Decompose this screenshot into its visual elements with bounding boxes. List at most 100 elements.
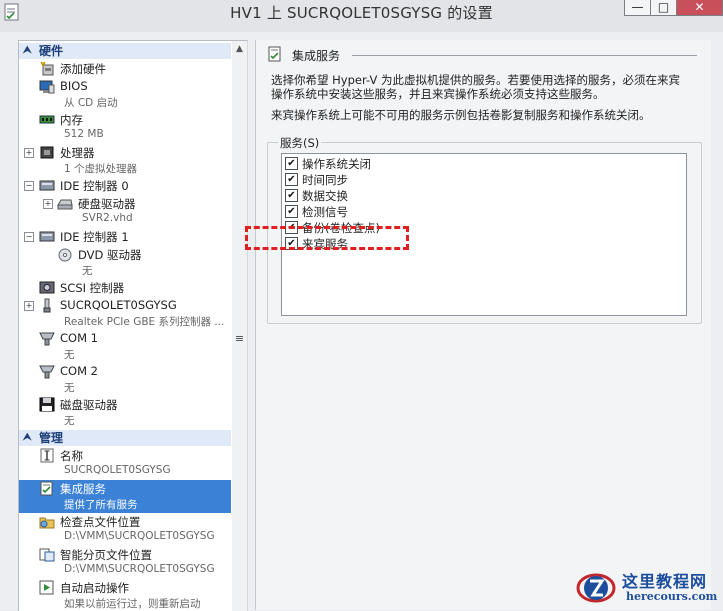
tree-item-label: COM 2 — [60, 364, 98, 378]
tree-item-bios[interactable]: BIOS 从 CD 启动 — [19, 78, 231, 111]
window-title: HV1 上 SUCRQOLET0SGYSG 的设置 — [230, 4, 493, 22]
tree-item-com2[interactable]: COM 2 无 — [19, 363, 231, 396]
tree-item-label: COM 1 — [60, 331, 98, 345]
tree-scrollbar[interactable]: ▲ ≡ — [232, 40, 248, 611]
collapse-arrow-icon: ⮝ — [23, 45, 32, 56]
tree-item-ide-controller-1[interactable]: − IDE 控制器 1 — [19, 228, 231, 245]
tree-item-label: 磁盘驱动器 — [60, 398, 118, 412]
tree-item-dvd-drive[interactable]: DVD 驱动器 无 — [19, 246, 231, 279]
section-divider — [352, 55, 697, 56]
name-icon — [40, 448, 54, 463]
integration-services-icon — [268, 46, 281, 62]
management-section-label: 管理 — [39, 431, 64, 445]
description-line-2: 操作系统中安装这些服务，并且来宾操作系统必须支持这些服务。 — [271, 87, 605, 101]
tree-item-detail: 提供了所有服务 — [64, 499, 138, 511]
service-label: 时间同步 — [302, 173, 348, 187]
watermark-title: 这里教程网 — [622, 572, 708, 591]
scroll-up-icon[interactable]: ▲ — [233, 42, 246, 57]
expand-icon[interactable]: + — [24, 301, 34, 311]
services-group-label: 服务(S) — [278, 135, 322, 151]
title-bar: HV1 上 SUCRQOLET0SGYSG 的设置 — □ ✕ — [0, 0, 723, 32]
tree-item-detail: SUCRQOLET0SGYSG — [64, 464, 171, 476]
ide-controller-icon — [39, 231, 55, 242]
watermark: 这里教程网 herecours.com — [576, 566, 723, 610]
ide-controller-icon — [39, 180, 55, 191]
tree-item-label: 集成服务 — [60, 482, 106, 496]
tree-item-label: 名称 — [60, 449, 83, 463]
tree-item-label: BIOS — [60, 79, 88, 93]
close-button[interactable]: ✕ — [676, 0, 723, 16]
tree-item-scsi-controller[interactable]: SCSI 控制器 — [19, 279, 231, 296]
maximize-button[interactable]: □ — [650, 0, 677, 16]
tree-item-label: 检查点文件位置 — [60, 515, 141, 529]
tree-item-detail: 无 — [64, 349, 75, 361]
tree-item-detail: SVR2.vhd — [82, 212, 133, 224]
tree-item-detail: Realtek PCIe GBE 系列控制器 ... — [64, 316, 225, 328]
service-label: 操作系统关闭 — [302, 157, 371, 171]
com-port-icon — [39, 365, 55, 379]
tree-item-integration-services[interactable]: 集成服务 提供了所有服务 — [19, 480, 231, 513]
expand-icon[interactable]: + — [43, 199, 53, 209]
service-checkbox[interactable]: ✔ — [285, 205, 298, 218]
service-checkbox[interactable]: ✔ — [285, 157, 298, 170]
tree-item-detail: 512 MB — [64, 128, 104, 140]
minimize-button[interactable]: — — [624, 0, 651, 16]
tree-item-detail: D:\VMM\SUCRQOLET0SGYSG — [64, 563, 215, 575]
tree-item-label: 添加硬件 — [60, 62, 106, 76]
tree-item-diskette-drive[interactable]: 磁盘驱动器 无 — [19, 396, 231, 429]
management-section-header[interactable]: ⮝ 管理 — [19, 430, 231, 446]
tree-item-detail: 无 — [64, 415, 75, 427]
tree-item-detail: 1 个虚拟处理器 — [64, 163, 138, 175]
tree-item-label: 处理器 — [60, 146, 95, 160]
service-label: 检测信号 — [302, 205, 348, 219]
tree-item-ide-controller-0[interactable]: − IDE 控制器 0 — [19, 177, 231, 194]
add-hardware-icon — [40, 61, 54, 76]
tree-item-auto-start-action[interactable]: 自动启动操作 如果以前运行过，则重新启动 — [19, 579, 231, 611]
tree-item-smart-paging-location[interactable]: 智能分页文件位置 D:\VMM\SUCRQOLET0SGYSG — [19, 546, 231, 579]
collapse-icon[interactable]: − — [24, 181, 34, 191]
description-line-1: 选择你希望 Hyper-V 为此虚拟机提供的服务。若要使用选择的服务，必须在来宾 — [271, 73, 680, 87]
network-adapter-icon — [43, 298, 51, 313]
settings-client-area: ⮝ 硬件 添加硬件 BIOS 从 CD 启动 内存 512 MB + 处理器 1… — [0, 32, 723, 611]
smart-paging-icon — [39, 548, 55, 562]
tree-item-label: SCSI 控制器 — [60, 281, 125, 295]
scsi-controller-icon — [39, 281, 55, 294]
expand-icon[interactable]: + — [24, 148, 34, 158]
tree-item-add-hardware[interactable]: 添加硬件 — [19, 60, 231, 77]
tree-item-detail: 无 — [82, 265, 93, 277]
tree-item-label: SUCRQOLET0SGYSG — [60, 298, 177, 312]
tree-item-detail: 如果以前运行过，则重新启动 — [64, 598, 201, 610]
tree-item-label: 自动启动操作 — [60, 581, 129, 595]
tree-item-detail: 从 CD 启动 — [64, 97, 118, 109]
description-2: 来宾操作系统上可能不可用的服务示例包括卷影复制服务和操作系统关闭。 — [271, 108, 651, 122]
tree-item-com1[interactable]: COM 1 无 — [19, 330, 231, 363]
tree-item-label: 智能分页文件位置 — [60, 548, 152, 562]
tree-item-name[interactable]: 名称 SUCRQOLET0SGYSG — [19, 447, 231, 480]
watermark-logo-icon — [576, 573, 616, 603]
bios-icon — [39, 80, 55, 94]
scroll-grip-icon[interactable]: ≡ — [234, 333, 245, 344]
tree-item-label: IDE 控制器 1 — [60, 230, 129, 244]
service-label: 数据交换 — [302, 189, 348, 203]
tree-item-network-adapter[interactable]: + SUCRQOLET0SGYSG Realtek PCIe GBE 系列控制器… — [19, 297, 231, 330]
collapse-icon[interactable]: − — [24, 232, 34, 242]
hardware-section-header[interactable]: ⮝ 硬件 — [19, 43, 231, 59]
tree-item-checkpoint-location[interactable]: 检查点文件位置 D:\VMM\SUCRQOLET0SGYSG — [19, 513, 231, 546]
tree-item-label: 内存 — [60, 113, 83, 127]
tree-item-detail: D:\VMM\SUCRQOLET0SGYSG — [64, 530, 215, 542]
tree-item-label: IDE 控制器 0 — [60, 179, 129, 193]
section-title: 集成服务 — [292, 49, 341, 63]
checkpoint-folder-icon — [39, 517, 55, 529]
com-port-icon — [39, 332, 55, 346]
collapse-arrow-icon: ⮝ — [23, 432, 32, 443]
tree-item-memory[interactable]: 内存 512 MB — [19, 111, 231, 144]
service-checkbox[interactable]: ✔ — [285, 189, 298, 202]
memory-icon — [39, 115, 55, 124]
tree-item-hard-drive[interactable]: + 硬盘驱动器 SVR2.vhd — [19, 195, 231, 228]
service-checkbox[interactable]: ✔ — [285, 173, 298, 186]
diskette-icon — [39, 397, 55, 412]
integration-services-panel: 集成服务 选择你希望 Hyper-V 为此虚拟机提供的服务。若要使用选择的服务，… — [255, 40, 711, 610]
tree-item-processor[interactable]: + 处理器 1 个虚拟处理器 — [19, 144, 231, 177]
tree-item-label: 硬盘驱动器 — [78, 197, 136, 211]
processor-icon — [40, 146, 54, 159]
